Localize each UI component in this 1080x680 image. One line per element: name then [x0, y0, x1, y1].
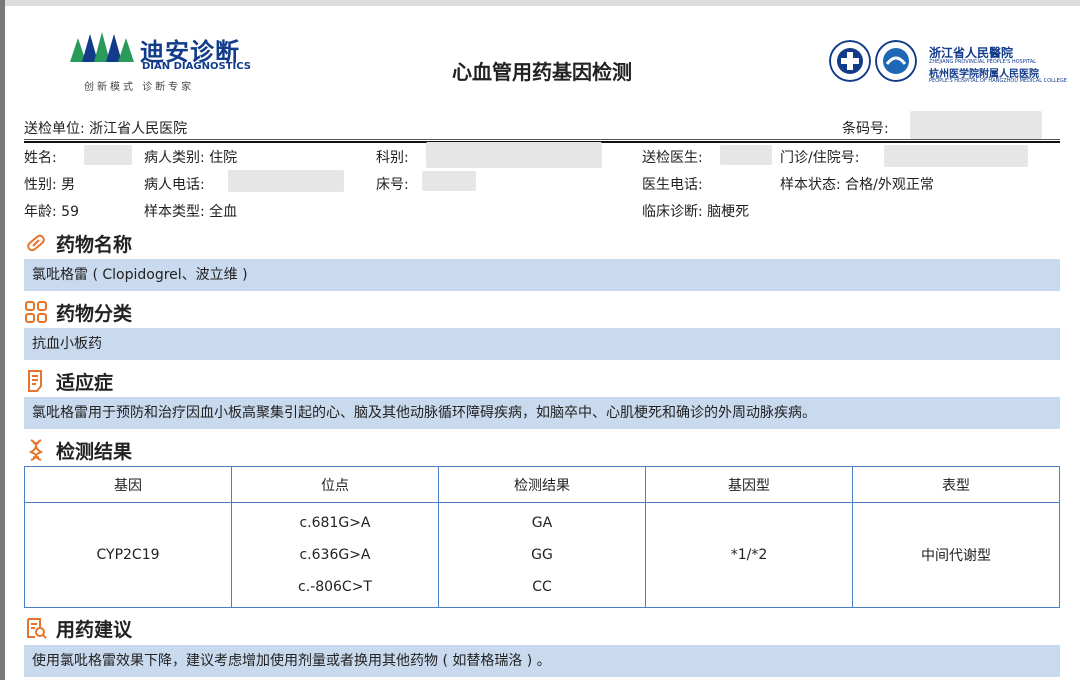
pill-icon [27, 234, 45, 252]
header-gene: 基因 [24, 466, 232, 503]
doctor-redacted [720, 145, 772, 165]
doctor-phone: 医生电话: [642, 177, 703, 193]
result-item: GA [531, 515, 553, 531]
referring-doctor: 送检医生: [642, 150, 703, 166]
visit-number: 门诊/住院号: [780, 150, 860, 166]
locus-cell: c.681G>A c.636G>A c.-806C>T [231, 502, 439, 608]
college-seal-icon [875, 40, 917, 82]
result-cell: GA GG CC [438, 502, 646, 608]
result-section-title: 检测结果 [24, 436, 132, 464]
header-genotype: 基因型 [645, 466, 853, 503]
patient-phone: 病人电话: [144, 177, 205, 193]
patient-age: 年龄: 59 [24, 204, 79, 220]
header-phenotype: 表型 [852, 466, 1060, 503]
bed-number: 床号: [376, 177, 409, 193]
phenotype-cell: 中间代谢型 [852, 502, 1060, 608]
patient-gender: 性别: 男 [24, 177, 76, 193]
dna-icon [28, 439, 44, 461]
result-item: GG [531, 547, 553, 563]
drug-class-title-text: 药物分类 [56, 302, 133, 325]
info-divider-thin [24, 139, 1060, 140]
patient-name: 姓名: [24, 150, 57, 166]
indication-title-text: 适应症 [56, 371, 114, 394]
visit-number-redacted [884, 145, 1028, 167]
locus-item: c.636G>A [299, 547, 371, 563]
report-page: 迪安诊断 DIAN DIAGNOSTICS 创新模式 诊断专家 心血管用药基因检… [24, 0, 1067, 680]
sample-type: 样本类型: 全血 [144, 204, 238, 220]
advice-value: 使用氯吡格雷效果下降，建议考虑增加使用剂量或者换用其他药物 ( 如替格瑞洛 ) … [24, 645, 1060, 677]
table-row: CYP2C19 c.681G>A c.636G>A c.-806C>T GA G… [24, 502, 1060, 608]
advice-section-title: 用药建议 [24, 614, 132, 642]
drug-name-value: 氯吡格雷 ( Clopidogrel、波立维 ) [24, 259, 1060, 291]
result-item: CC [532, 579, 552, 595]
genotype-cell: *1/*2 [645, 502, 853, 608]
department-redacted [426, 142, 602, 168]
sample-status: 样本状态: 合格/外观正常 [780, 177, 934, 193]
advice-title-text: 用药建议 [56, 618, 133, 641]
gene-cell: CYP2C19 [24, 502, 232, 608]
hospital-logo: 浙江省人民醫院 ZHEJIANG PROVINCIAL PEOPLE'S HOS… [829, 40, 1067, 90]
header-locus: 位点 [231, 466, 439, 503]
report-search-icon [27, 618, 47, 639]
drug-name-section-title: 药物名称 [24, 229, 132, 257]
drug-name-title-text: 药物名称 [56, 233, 133, 256]
department: 科别: [376, 150, 409, 166]
clinical-diagnosis: 临床诊断: 脑梗死 [642, 204, 750, 220]
drug-class-value: 抗血小板药 [24, 328, 1060, 360]
locus-item: c.-806C>T [298, 579, 372, 595]
hospital-subname-en: PEOPLE'S HOSPITAL OF HANGZHOU MEDICAL CO… [929, 78, 1067, 84]
header-result: 检测结果 [438, 466, 646, 503]
barcode-redacted [910, 111, 1042, 139]
window-left-edge [0, 0, 5, 680]
bed-number-redacted [422, 171, 476, 191]
patient-type: 病人类别: 住院 [144, 150, 238, 166]
barcode-label: 条码号: [842, 121, 889, 137]
locus-item: c.681G>A [299, 515, 371, 531]
hospital-seal-icon [829, 40, 871, 82]
submitting-unit: 送检单位: 浙江省人民医院 [24, 121, 188, 137]
result-table: 基因 位点 检测结果 基因型 表型 CYP2C19 c.681G>A c.636… [24, 466, 1060, 608]
document-icon [28, 370, 42, 392]
table-header-row: 基因 位点 检测结果 基因型 表型 [24, 466, 1060, 503]
patient-phone-redacted [228, 170, 344, 192]
drug-class-section-title: 药物分类 [24, 298, 132, 326]
grid-icon [25, 301, 47, 323]
result-title-text: 检测结果 [56, 440, 133, 463]
patient-name-redacted [84, 145, 132, 165]
indication-value: 氯吡格雷用于预防和治疗因血小板高聚集引起的心、脑及其他动脉循环障碍疾病，如脑卒中… [24, 397, 1060, 429]
indication-section-title: 适应症 [24, 367, 113, 395]
